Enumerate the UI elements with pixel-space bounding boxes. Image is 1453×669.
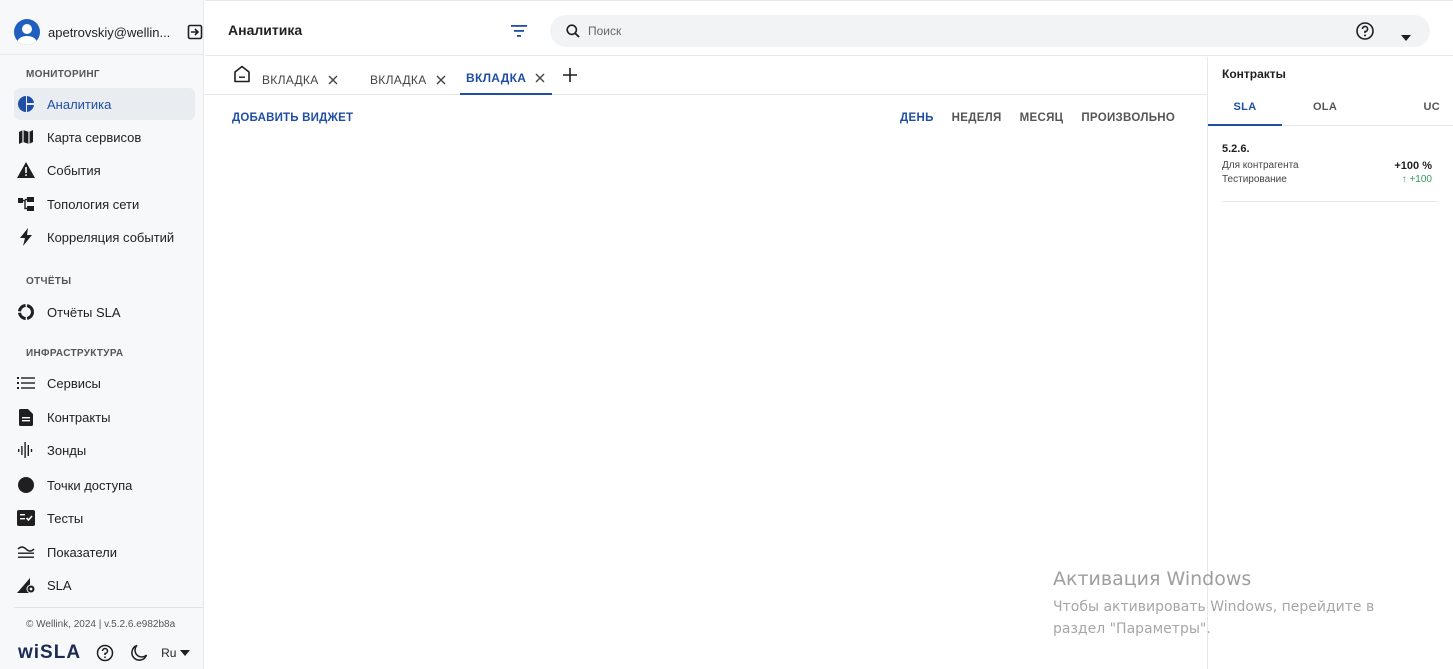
theme-toggle-icon[interactable] (129, 643, 149, 663)
sidebar-item-correlation[interactable]: Корреляция событий (14, 221, 195, 253)
sidebar-item-services[interactable]: Сервисы (14, 367, 195, 399)
tab-uc[interactable]: UC (1370, 101, 1440, 126)
tab-ola[interactable]: OLA (1290, 101, 1360, 126)
ring-icon (14, 300, 38, 324)
home-icon[interactable] (233, 65, 253, 85)
sidebar-item-events[interactable]: События (14, 154, 195, 186)
period-month[interactable]: МЕСЯЦ (1020, 112, 1064, 124)
map-icon (14, 125, 38, 149)
search-bar[interactable] (550, 15, 1430, 47)
tab-label: ВКЛАДКА (262, 73, 319, 87)
contract-line1-value: +100 % (1394, 160, 1432, 172)
language-value: Ru (161, 646, 177, 660)
copyright: © Wellink, 2024 | v.5.2.6.e982b8a (26, 619, 176, 630)
sidebar-item-label: SLA (47, 577, 72, 593)
document-icon (14, 405, 38, 429)
sidebar-item-label: Корреляция событий (47, 229, 175, 245)
help-icon[interactable] (1355, 21, 1377, 43)
sidebar-item-probes[interactable]: Зонды (14, 434, 195, 466)
filter-icon[interactable] (511, 24, 533, 40)
chevron-down-icon[interactable] (1401, 28, 1411, 41)
section-reports: ОТЧЁТЫ (26, 276, 72, 287)
sound-wave-icon (14, 438, 38, 462)
sidebar-item-label: События (47, 162, 101, 178)
sidebar-item-label: Сервисы (47, 375, 101, 391)
period-custom[interactable]: ПРОИЗВОЛЬНО (1081, 112, 1175, 124)
help-icon[interactable] (95, 643, 115, 663)
contract-line1-label: Для контрагента (1222, 160, 1299, 171)
sidebar-item-contracts[interactable]: Контракты (14, 401, 195, 433)
contract-card[interactable]: 5.2.6. Для контрагента +100 % Тестирован… (1222, 143, 1432, 185)
sidebar-item-label: Карта сервисов (47, 129, 142, 145)
sidebar-item-metrics[interactable]: Показатели (14, 536, 195, 568)
sidebar-item-label: Тесты (47, 510, 84, 526)
sidebar-item-label: Отчёты SLA (47, 304, 121, 320)
chevron-down-icon (180, 650, 191, 656)
search-input[interactable] (588, 24, 1188, 38)
tab-label: ВКЛАДКА (370, 73, 427, 87)
topology-icon (14, 192, 38, 216)
contract-divider (1222, 201, 1438, 202)
sidebar-item-topology[interactable]: Топология сети (14, 188, 195, 220)
list-icon (14, 371, 38, 395)
sidebar-item-label: Аналитика (47, 96, 112, 112)
sidebar: apetrovskiy@wellin... МОНИТОРИНГ Аналити… (0, 0, 204, 669)
watermark-text: Чтобы активировать Windows, перейдите в … (1053, 599, 1375, 637)
brand-row: wiSLA Ru (18, 640, 191, 666)
tab-sla[interactable]: SLA (1208, 101, 1282, 126)
user-row[interactable]: apetrovskiy@wellin... (0, 10, 204, 54)
close-icon[interactable] (327, 74, 339, 86)
sidebar-divider (0, 54, 204, 55)
page-title: Аналитика (228, 22, 303, 38)
period-day[interactable]: ДЕНЬ (900, 112, 934, 124)
sidebar-item-access-points[interactable]: Точки доступа (14, 469, 195, 501)
analytics-icon (14, 92, 38, 116)
sidebar-item-service-map[interactable]: Карта сервисов (14, 121, 195, 153)
sidebar-item-label: Точки доступа (47, 477, 133, 493)
tab[interactable]: ВКЛАДКА (370, 65, 447, 95)
sidebar-item-label: Зонды (47, 442, 87, 458)
add-widget-button[interactable]: ДОБАВИТЬ ВИДЖЕТ (232, 112, 353, 124)
user-avatar[interactable] (14, 19, 40, 45)
language-select[interactable]: Ru (161, 646, 191, 660)
sidebar-item-sla-reports[interactable]: Отчёты SLA (14, 296, 195, 328)
panel-title: Контракты (1222, 67, 1286, 81)
user-email[interactable]: apetrovskiy@wellin... (48, 25, 178, 40)
close-icon[interactable] (534, 72, 546, 84)
windows-activation-watermark: Активация Windows Чтобы активировать Win… (1053, 568, 1413, 640)
sidebar-item-label: Контракты (47, 409, 111, 425)
sidebar-item-label: Показатели (47, 544, 117, 560)
sidebar-item-sla[interactable]: SLA (14, 569, 195, 601)
sidebar-item-tests[interactable]: Тесты (14, 502, 195, 534)
contract-version: 5.2.6. (1222, 143, 1250, 155)
contract-line2-value: ↑ +100 (1401, 174, 1432, 185)
tab-label: ВКЛАДКА (466, 71, 527, 85)
period-week[interactable]: НЕДЕЛЯ (952, 112, 1002, 124)
search-icon (566, 24, 580, 38)
sidebar-footer-divider (14, 607, 204, 608)
sla-gear-icon (14, 573, 38, 597)
period-selector: ДЕНЬ НЕДЕЛЯ МЕСЯЦ ПРОИЗВОЛЬНО (900, 112, 1193, 124)
section-monitoring: МОНИТОРИНГ (26, 69, 100, 80)
warning-icon (14, 158, 38, 182)
approx-icon (14, 540, 38, 564)
circle-icon (14, 473, 38, 497)
close-icon[interactable] (435, 74, 447, 86)
section-infrastructure: ИНФРАСТРУКТУРА (26, 348, 124, 359)
sidebar-item-analytics[interactable]: Аналитика (14, 88, 195, 120)
sidebar-item-label: Топология сети (47, 196, 140, 212)
logout-icon[interactable] (186, 23, 204, 41)
brand-logo: wiSLA (18, 642, 82, 663)
watermark-title: Активация Windows (1053, 568, 1252, 590)
contract-line2-label: Тестирование (1222, 174, 1287, 185)
contract-type-tabs: SLA OLA UC (1208, 95, 1453, 126)
tab[interactable]: ВКЛАДКА (262, 65, 339, 95)
top-bar: Аналитика (205, 0, 1453, 56)
checklist-icon (14, 506, 38, 530)
add-tab-icon[interactable] (563, 68, 579, 84)
tab-active[interactable]: ВКЛАДКА (460, 65, 553, 95)
lightning-icon (14, 225, 38, 249)
tabs-bar: ВКЛАДКА ВКЛАДКА ВКЛАДКА (205, 57, 1207, 95)
